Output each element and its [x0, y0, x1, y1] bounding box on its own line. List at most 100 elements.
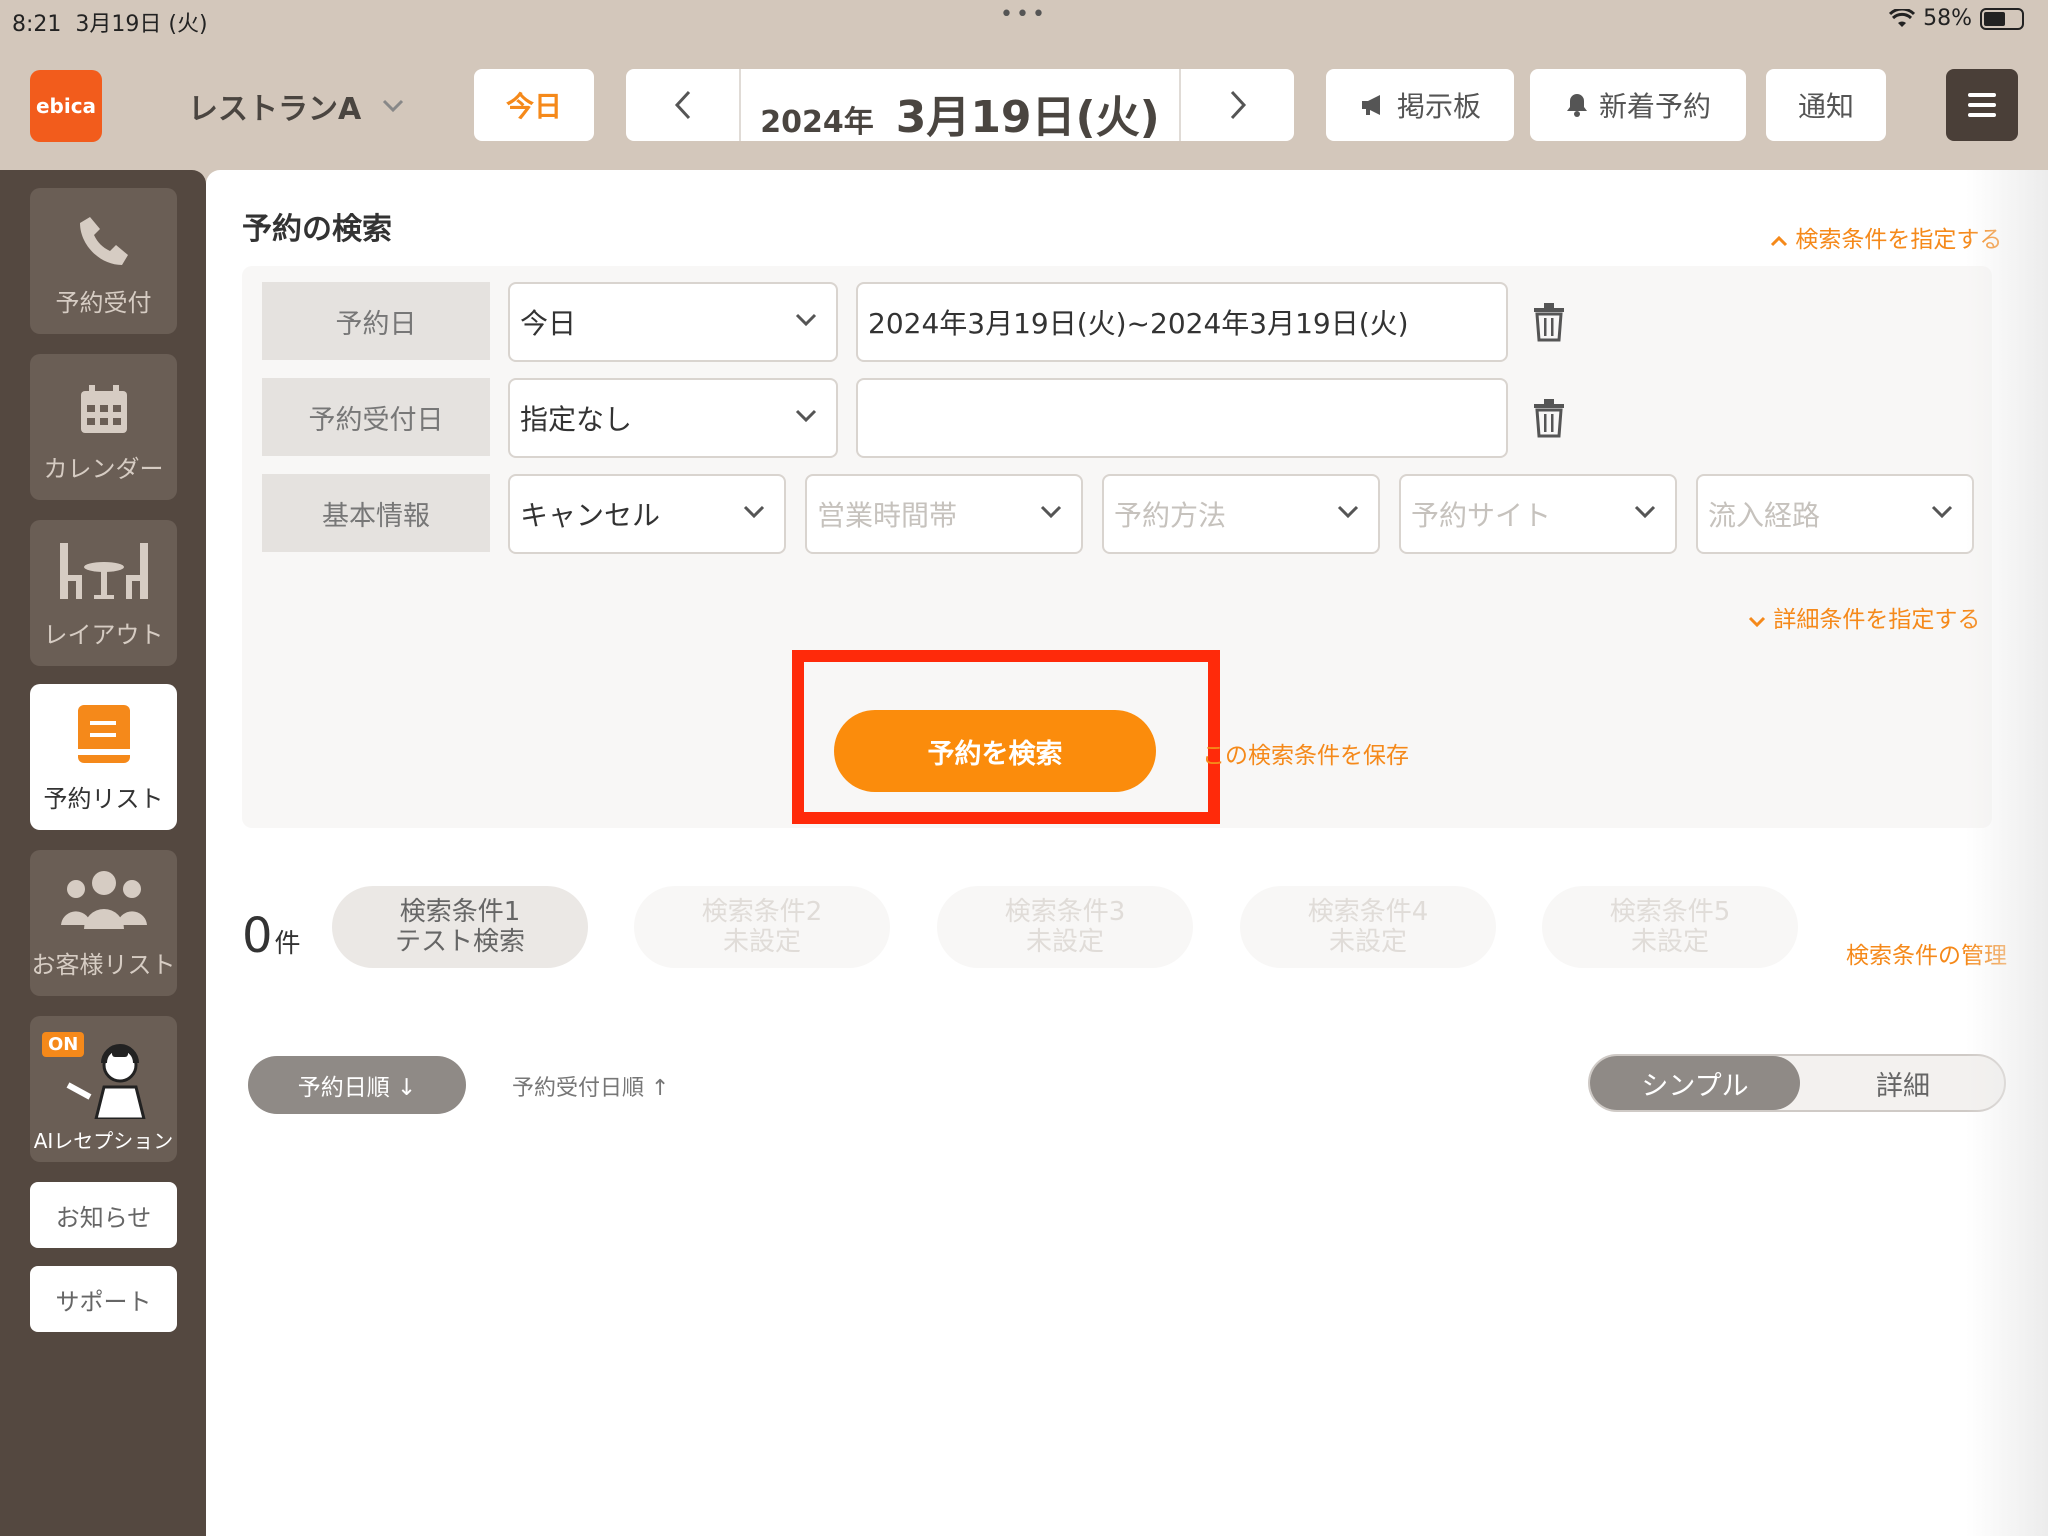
megaphone-icon: [1361, 95, 1380, 115]
sidebar-item-customers[interactable]: お客様リスト: [30, 850, 177, 996]
sidebar-item-label: 予約受付: [55, 289, 152, 317]
sidebar: 予約受付 カレンダー レイアウト 予約リスト お客様リスト ON AIレセプショ…: [0, 170, 206, 1536]
restaurant-name: レストランA: [188, 92, 362, 127]
chevron-left-icon: [674, 90, 690, 120]
sidebar-item-ai-reception[interactable]: ON AIレセプション: [30, 1016, 177, 1162]
saved-condition-5[interactable]: 検索条件5 未設定: [1542, 886, 1798, 968]
accept-date-range-field[interactable]: [856, 378, 1508, 458]
highlight-box: [792, 650, 1220, 824]
chevron-down-icon: [1337, 505, 1359, 519]
status-select-value: キャンセル: [520, 499, 661, 532]
detail-conditions-label: 詳細条件を指定する: [1773, 607, 1981, 633]
sort-by-reservation-date-button[interactable]: 予約日順 ↓: [248, 1056, 466, 1114]
view-mode-toggle: シンプル 詳細: [1588, 1054, 2006, 1112]
saved-condition-1[interactable]: 検索条件1 テスト検索: [332, 886, 588, 968]
status-time: 8:21 3月19日 (火): [12, 12, 208, 37]
chevron-down-icon: [1040, 505, 1062, 519]
calendar-icon: [80, 385, 127, 433]
sidebar-item-label: 予約リスト: [43, 785, 164, 813]
bulletin-board-label: 掲示板: [1396, 90, 1481, 123]
bulletin-board-button[interactable]: 掲示板: [1326, 69, 1514, 141]
news-button[interactable]: お知らせ: [30, 1182, 177, 1248]
reservation-method-select[interactable]: 予約方法: [1102, 474, 1380, 554]
chevron-down-icon: [1931, 505, 1953, 519]
status-bar: 8:21 3月19日 (火) ••• 58%: [0, 0, 2048, 40]
saved-condition-title: 検索条件2: [701, 897, 823, 927]
wifi-icon: [1889, 8, 1916, 27]
accept-date-select[interactable]: 指定なし: [508, 378, 838, 458]
restaurant-selector[interactable]: レストランA: [188, 84, 405, 128]
reservation-date-range-field[interactable]: 2024年3月19日(火)~2024年3月19日(火): [856, 282, 1508, 362]
accept-date-label: 予約受付日: [262, 378, 490, 456]
saved-condition-title: 検索条件1: [399, 897, 521, 927]
ai-on-badge: ON: [42, 1032, 85, 1057]
sidebar-item-layout[interactable]: レイアウト: [30, 520, 177, 666]
battery-icon: [1980, 7, 2024, 30]
date-navigator: 2024年 3月19日(火): [626, 69, 1294, 143]
hamburger-menu-button[interactable]: [1946, 69, 2018, 141]
date-monthday: 3月19日(火): [895, 92, 1160, 143]
main-content: 予約の検索 検索条件を指定する 予約日 今日 2024年3月19日(火)~202…: [206, 170, 2048, 1536]
next-day-button[interactable]: [1181, 69, 1294, 141]
business-hours-placeholder: 営業時間帯: [817, 499, 958, 532]
saved-condition-title: 検索条件3: [1004, 897, 1126, 927]
result-count: 0件: [242, 908, 301, 964]
referral-route-select[interactable]: 流入経路: [1696, 474, 1974, 554]
saved-condition-sub: 未設定: [1328, 927, 1407, 957]
chevron-up-icon: [1770, 235, 1788, 247]
chevron-down-icon: [1748, 616, 1766, 628]
trash-icon[interactable]: [1532, 398, 1566, 438]
referral-route-placeholder: 流入経路: [1708, 499, 1821, 532]
save-conditions-link[interactable]: この検索条件を保存: [1202, 736, 1409, 770]
result-count-unit: 件: [274, 929, 301, 959]
today-button[interactable]: 今日: [474, 69, 594, 141]
saved-condition-2[interactable]: 検索条件2 未設定: [634, 886, 890, 968]
page-title: 予約の検索: [242, 212, 392, 247]
trash-icon[interactable]: [1532, 302, 1566, 342]
saved-condition-sub: 未設定: [722, 927, 801, 957]
saved-condition-sub: テスト検索: [394, 927, 525, 957]
sidebar-item-reservation-accept[interactable]: 予約受付: [30, 188, 177, 334]
reservation-date-select-value: 今日: [520, 307, 577, 340]
multitask-dots[interactable]: •••: [1000, 2, 1048, 27]
reservation-method-placeholder: 予約方法: [1114, 499, 1227, 532]
current-date[interactable]: 2024年 3月19日(火): [739, 69, 1181, 143]
sort-by-accept-date-button[interactable]: 予約受付日順 ↑: [512, 1070, 669, 1102]
sidebar-item-label: お客様リスト: [31, 951, 176, 979]
notification-button[interactable]: 通知: [1766, 69, 1886, 141]
reservation-date-label: 予約日: [262, 282, 490, 360]
chevron-down-icon: [795, 409, 817, 423]
reservation-date-select[interactable]: 今日: [508, 282, 838, 362]
business-hours-select[interactable]: 営業時間帯: [805, 474, 1083, 554]
result-count-value: 0: [242, 908, 273, 964]
phone-icon: [79, 217, 128, 265]
sidebar-item-reservation-list[interactable]: 予約リスト: [30, 684, 177, 830]
chevron-right-icon: [1230, 90, 1246, 120]
basic-info-label: 基本情報: [262, 474, 490, 552]
battery-percent: 58%: [1923, 6, 1972, 31]
customers-icon: [60, 871, 147, 929]
new-reservations-label: 新着予約: [1598, 90, 1711, 123]
bell-icon: [1566, 94, 1587, 117]
chevron-down-icon: [383, 99, 404, 113]
saved-condition-sub: 未設定: [1025, 927, 1104, 957]
status-select[interactable]: キャンセル: [508, 474, 786, 554]
sidebar-item-label: カレンダー: [43, 455, 164, 483]
view-simple-button[interactable]: シンプル: [1590, 1056, 1800, 1110]
saved-condition-4[interactable]: 検索条件4 未設定: [1240, 886, 1496, 968]
saved-condition-title: 検索条件4: [1307, 897, 1429, 927]
ebica-logo[interactable]: ebica: [30, 70, 102, 142]
saved-condition-3[interactable]: 検索条件3 未設定: [937, 886, 1193, 968]
detail-conditions-link[interactable]: 詳細条件を指定する: [1748, 600, 1980, 634]
saved-condition-sub: 未設定: [1630, 927, 1709, 957]
reservation-site-placeholder: 予約サイト: [1411, 499, 1552, 532]
reservation-site-select[interactable]: 予約サイト: [1399, 474, 1677, 554]
table-layout-icon: [59, 543, 148, 599]
new-reservations-button[interactable]: 新着予約: [1530, 69, 1746, 141]
right-edge-shadow: [1966, 170, 2048, 1536]
chevron-down-icon: [795, 313, 817, 327]
prev-day-button[interactable]: [626, 69, 739, 141]
support-button[interactable]: サポート: [30, 1266, 177, 1332]
reservation-list-icon: [77, 705, 130, 763]
sidebar-item-calendar[interactable]: カレンダー: [30, 354, 177, 500]
